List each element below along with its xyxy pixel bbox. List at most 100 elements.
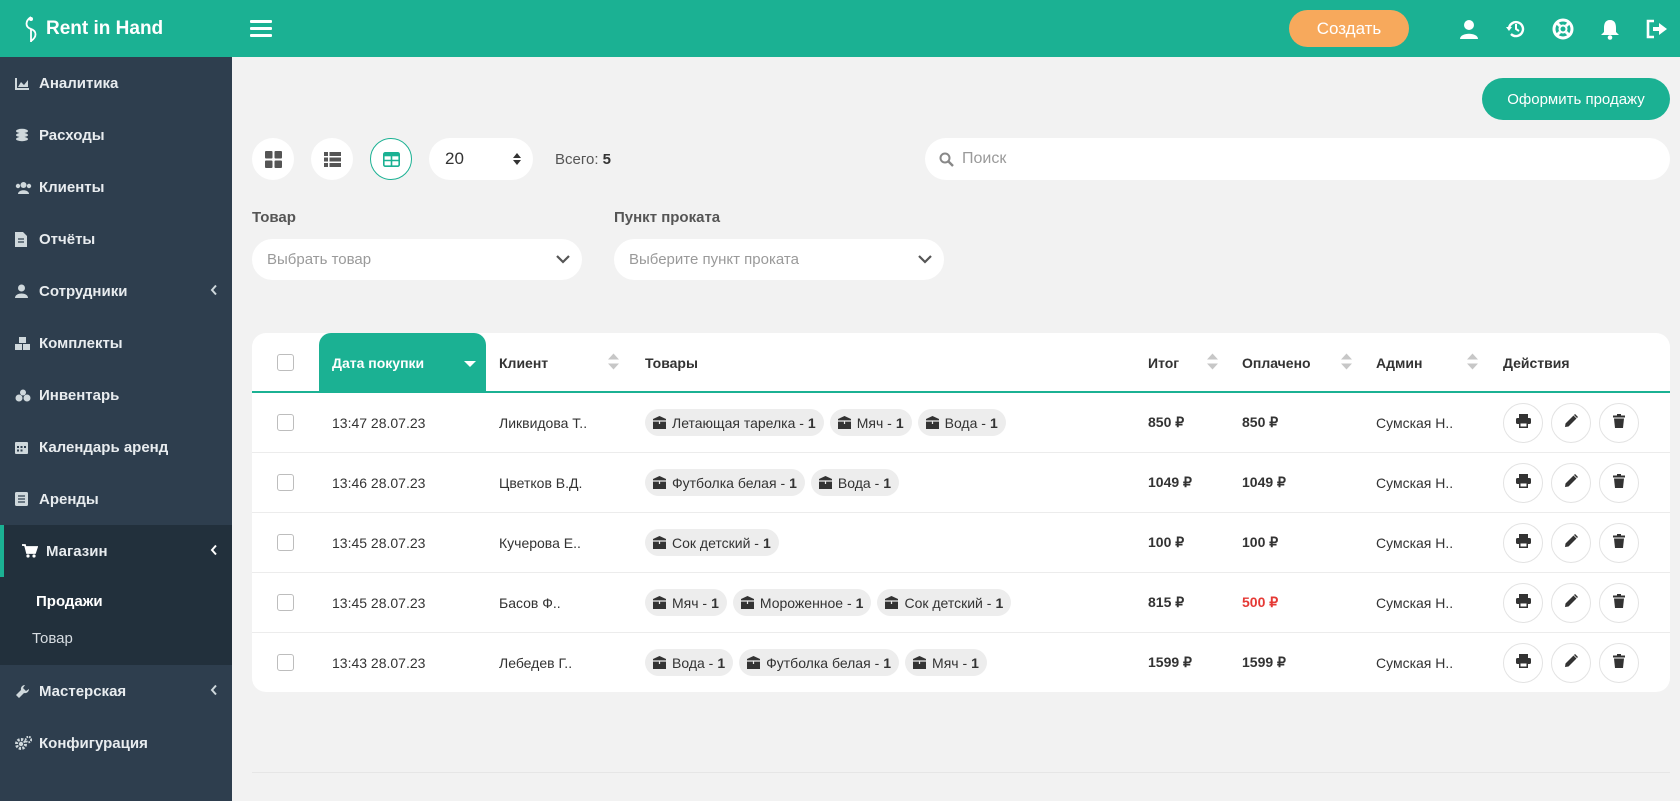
brand[interactable]: Rent in Hand xyxy=(0,0,232,57)
sidebar-item-workshop[interactable]: Мастерская xyxy=(0,665,232,717)
rental-point-select-placeholder: Выберите пункт проката xyxy=(629,251,799,268)
row-checkbox[interactable] xyxy=(277,654,294,671)
sidebar-item-configuration[interactable]: Конфигурация xyxy=(0,717,232,769)
header-paid[interactable]: Оплачено xyxy=(1242,333,1352,392)
make-sale-button[interactable]: Оформить продажу xyxy=(1482,78,1670,120)
client-name[interactable]: Цветков В.Д. xyxy=(499,453,582,512)
row-checkbox[interactable] xyxy=(277,594,294,611)
rental-point-select[interactable]: Выберите пункт проката xyxy=(614,239,944,280)
bell-icon[interactable] xyxy=(1586,0,1633,57)
sidebar-item-expenses[interactable]: Расходы xyxy=(0,109,232,161)
header-client[interactable]: Клиент xyxy=(499,333,619,392)
purchase-date: 13:43 28.07.23 xyxy=(332,654,426,671)
grid-view-button[interactable] xyxy=(252,138,294,180)
table-row: 13:45 28.07.23 Басов Ф.. Мяч -1 Мороженное … xyxy=(252,573,1670,633)
edit-button[interactable] xyxy=(1551,643,1591,683)
support-icon[interactable] xyxy=(1539,0,1586,57)
list-icon xyxy=(323,151,341,167)
sidebar-item-kits[interactable]: Комплекты xyxy=(0,317,232,369)
product-select[interactable]: Выбрать товар xyxy=(252,239,582,280)
table-view-button[interactable] xyxy=(370,138,412,180)
per-page-value: 20 xyxy=(445,149,464,168)
sidebar-item-clients[interactable]: Клиенты xyxy=(0,161,232,213)
sales-table: Дата покупки Клиент Товары Итог Оплачено… xyxy=(252,333,1670,692)
report-icon xyxy=(15,231,39,247)
row-checkbox[interactable] xyxy=(277,474,294,491)
cogs-icon xyxy=(15,736,39,750)
product-qty: 1 xyxy=(883,654,892,671)
header-client-label: Клиент xyxy=(499,354,549,371)
sidebar-subitem-sales[interactable]: Продажи xyxy=(0,583,232,620)
per-page-select[interactable]: 20 xyxy=(429,138,533,180)
product-name: Сок детский - xyxy=(904,594,992,611)
create-button[interactable]: Создать xyxy=(1289,10,1409,47)
edit-button[interactable] xyxy=(1551,523,1591,563)
sidebar-item-calendar[interactable]: Календарь аренд xyxy=(0,421,232,473)
edit-button[interactable] xyxy=(1551,403,1591,443)
product-name: Вода - xyxy=(944,414,986,431)
delete-button[interactable] xyxy=(1599,583,1639,623)
admin-name: Сумская Н.. xyxy=(1376,414,1454,431)
chevron-left-icon xyxy=(210,683,218,700)
sidebar-item-reports[interactable]: Отчёты xyxy=(0,213,232,265)
sidebar: Аналитика Расходы Клиенты Отчёты Сотрудн… xyxy=(0,57,232,801)
header-admin[interactable]: Админ xyxy=(1376,333,1478,392)
sidebar-item-label: Инвентарь xyxy=(39,386,120,404)
client-name[interactable]: Басов Ф.. xyxy=(499,573,561,632)
header-actions: Действия xyxy=(1503,333,1623,392)
delete-button[interactable] xyxy=(1599,643,1639,683)
print-button[interactable] xyxy=(1503,463,1543,503)
sort-arrows-icon xyxy=(513,153,521,165)
list-view-button[interactable] xyxy=(311,138,353,180)
sidebar-item-label: Конфигурация xyxy=(39,734,148,752)
menu-toggle-icon[interactable] xyxy=(250,0,272,57)
sidebar-item-analytics[interactable]: Аналитика xyxy=(0,57,232,109)
print-button[interactable] xyxy=(1503,523,1543,563)
header-total[interactable]: Итог xyxy=(1148,333,1218,392)
goods-list: Сок детский -1 xyxy=(645,513,785,572)
sidebar-subitem-products[interactable]: Товар xyxy=(0,620,232,657)
edit-button[interactable] xyxy=(1551,583,1591,623)
print-button[interactable] xyxy=(1503,583,1543,623)
logo-icon xyxy=(25,15,37,42)
sidebar-item-rentals[interactable]: Аренды xyxy=(0,473,232,525)
client-name[interactable]: Ликвидова Т.. xyxy=(499,393,587,452)
box-icon xyxy=(747,656,761,669)
row-checkbox-cell xyxy=(277,573,294,632)
box-icon xyxy=(653,416,666,429)
product-name: Мяч - xyxy=(672,594,708,611)
staff-icon xyxy=(15,284,39,298)
sidebar-item-label: Отчёты xyxy=(39,230,96,248)
row-checkbox[interactable] xyxy=(277,414,294,431)
sidebar-item-label: Аналитика xyxy=(39,74,119,92)
edit-icon xyxy=(1564,593,1579,613)
sort-icon xyxy=(1341,353,1352,372)
delete-button[interactable] xyxy=(1599,523,1639,563)
product-chip: Мяч -1 xyxy=(645,589,727,616)
row-checkbox[interactable] xyxy=(277,534,294,551)
edit-icon xyxy=(1564,473,1579,493)
delete-button[interactable] xyxy=(1599,403,1639,443)
print-button[interactable] xyxy=(1503,403,1543,443)
sidebar-item-label: Сотрудники xyxy=(39,282,128,300)
print-button[interactable] xyxy=(1503,643,1543,683)
chevron-left-icon xyxy=(210,543,218,560)
header-date[interactable]: Дата покупки xyxy=(319,333,486,392)
product-name: Летающая тарелка - xyxy=(672,414,804,431)
sidebar-item-inventory[interactable]: Инвентарь xyxy=(0,369,232,421)
select-all-checkbox[interactable] xyxy=(277,354,294,371)
sidebar-item-staff[interactable]: Сотрудники xyxy=(0,265,232,317)
user-icon[interactable] xyxy=(1445,0,1492,57)
product-name: Мороженное - xyxy=(759,594,852,611)
sidebar-item-shop[interactable]: Магазин xyxy=(0,525,232,577)
product-qty: 1 xyxy=(807,414,816,431)
history-icon[interactable] xyxy=(1492,0,1539,57)
delete-button[interactable] xyxy=(1599,463,1639,503)
box-icon xyxy=(740,596,754,609)
edit-button[interactable] xyxy=(1551,463,1591,503)
logout-icon[interactable] xyxy=(1633,0,1680,57)
client-name[interactable]: Лебедев Г.. xyxy=(499,633,572,692)
client-name[interactable]: Кучерова Е.. xyxy=(499,513,581,572)
row-checkbox-cell xyxy=(277,453,294,512)
search-input[interactable] xyxy=(962,150,1642,168)
